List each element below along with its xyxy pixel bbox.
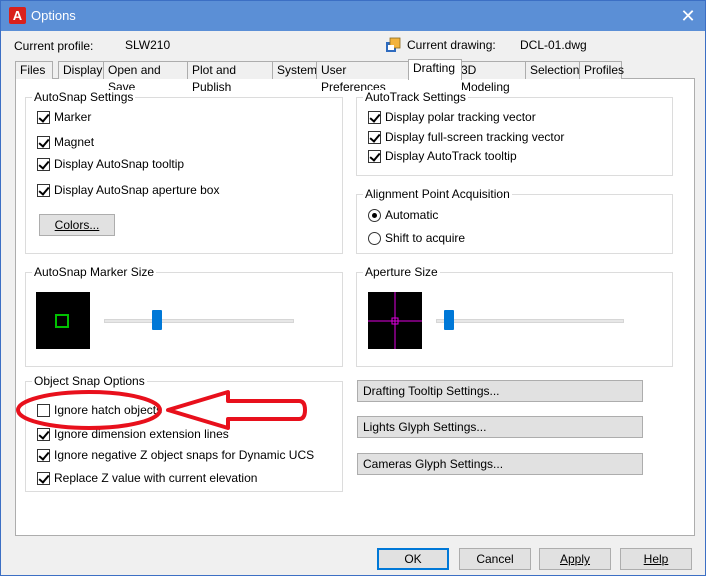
title-bar: A Options ✕: [1, 1, 705, 31]
fullscreen-tracking-checkbox[interactable]: Display full-screen tracking vector: [368, 130, 564, 144]
aperture-size-slider-thumb[interactable]: [444, 310, 455, 330]
cameras-glyph-settings-button[interactable]: Cameras Glyph Settings...: [357, 453, 643, 475]
drawing-file-icon: [385, 37, 401, 53]
checkbox-checked-icon: [37, 135, 50, 149]
ignore-negative-z-checkbox[interactable]: Ignore negative Z object snaps for Dynam…: [37, 448, 314, 462]
marker-size-slider-track[interactable]: [104, 319, 294, 323]
tab-selection[interactable]: Selection: [525, 61, 580, 79]
autosnap-tooltip-label: Display AutoSnap tooltip: [54, 157, 185, 171]
magnet-label: Magnet: [54, 135, 95, 149]
polar-tracking-label: Display polar tracking vector: [385, 110, 536, 124]
tab-profiles[interactable]: Profiles: [579, 61, 624, 79]
autotrack-tooltip-label: Display AutoTrack tooltip: [385, 149, 517, 163]
ignore-negative-z-label: Ignore negative Z object snaps for Dynam…: [54, 448, 315, 462]
tab-files[interactable]: Files: [15, 61, 53, 79]
drafting-tooltip-settings-label: Drafting Tooltip Settings...: [363, 384, 500, 398]
aperture-preview: [368, 292, 422, 349]
lights-glyph-settings-button[interactable]: Lights Glyph Settings...: [357, 416, 643, 438]
ok-button[interactable]: OK: [377, 548, 449, 570]
automatic-radio[interactable]: Automatic: [368, 208, 438, 222]
current-profile-label: Current profile:: [14, 39, 94, 53]
automatic-label: Automatic: [385, 208, 439, 222]
colors-button[interactable]: Colors...: [39, 214, 115, 236]
aperture-size-title: Aperture Size: [363, 265, 440, 279]
lights-glyph-settings-label: Lights Glyph Settings...: [363, 420, 487, 434]
red-annotation-arrow-icon: [16, 390, 307, 430]
checkbox-checked-icon: [37, 183, 50, 197]
tab-plot-and-publish[interactable]: Plot and Publish: [187, 61, 273, 94]
tab-3d-modeling[interactable]: 3D Modeling: [456, 61, 526, 94]
aperture-crosshair-icon: [368, 292, 422, 349]
checkbox-checked-icon: [37, 157, 50, 171]
autotrack-settings-title: AutoTrack Settings: [363, 90, 468, 104]
alignment-point-group: Alignment Point Acquisition: [356, 187, 673, 254]
help-button[interactable]: Help: [620, 548, 692, 570]
marker-checkbox[interactable]: Marker: [37, 110, 91, 124]
checkbox-checked-icon: [37, 448, 50, 462]
checkbox-checked-icon: [368, 110, 381, 124]
shift-to-acquire-label: Shift to acquire: [385, 231, 466, 245]
checkbox-checked-icon: [368, 149, 381, 163]
marker-size-slider-thumb[interactable]: [152, 310, 163, 330]
cameras-glyph-settings-label: Cameras Glyph Settings...: [363, 457, 504, 471]
tab-system[interactable]: System: [272, 61, 317, 79]
apply-button[interactable]: Apply: [539, 548, 611, 570]
replace-z-checkbox[interactable]: Replace Z value with current elevation: [37, 471, 257, 485]
marker-preview: [36, 292, 90, 349]
cancel-button[interactable]: Cancel: [459, 548, 531, 570]
close-button[interactable]: ✕: [671, 3, 705, 29]
autotrack-tooltip-checkbox[interactable]: Display AutoTrack tooltip: [368, 149, 517, 163]
apply-label: Apply: [559, 552, 591, 566]
colors-button-label: Colors...: [54, 218, 100, 232]
autosnap-aperture-checkbox[interactable]: Display AutoSnap aperture box: [37, 183, 219, 197]
radio-unselected-icon: [368, 231, 381, 245]
checkbox-checked-icon: [368, 130, 381, 144]
autosnap-aperture-label: Display AutoSnap aperture box: [54, 183, 220, 197]
marker-size-title: AutoSnap Marker Size: [32, 265, 157, 279]
tab-open-and-save[interactable]: Open and Save: [103, 61, 188, 94]
radio-selected-icon: [368, 208, 381, 222]
shift-to-acquire-radio[interactable]: Shift to acquire: [368, 231, 465, 245]
current-drawing-value: DCL-01.dwg: [520, 38, 587, 52]
checkbox-checked-icon: [37, 110, 50, 124]
polar-tracking-checkbox[interactable]: Display polar tracking vector: [368, 110, 536, 124]
drafting-tooltip-settings-button[interactable]: Drafting Tooltip Settings...: [357, 380, 643, 402]
magnet-checkbox[interactable]: Magnet: [37, 135, 94, 149]
replace-z-label: Replace Z value with current elevation: [54, 471, 258, 485]
tab-drafting[interactable]: Drafting: [408, 59, 462, 80]
help-label: Help: [643, 552, 669, 566]
marker-label: Marker: [54, 110, 92, 124]
autosnap-settings-title: AutoSnap Settings: [32, 90, 136, 104]
aperture-size-slider-track[interactable]: [436, 319, 624, 323]
autosnap-tooltip-checkbox[interactable]: Display AutoSnap tooltip: [37, 157, 184, 171]
marker-square-icon: [55, 314, 69, 328]
alignment-point-title: Alignment Point Acquisition: [363, 187, 512, 201]
tab-user-preferences[interactable]: User Preferences: [316, 61, 409, 94]
current-drawing-label: Current drawing:: [407, 38, 496, 52]
fullscreen-tracking-label: Display full-screen tracking vector: [385, 130, 565, 144]
current-profile-value: SLW210: [125, 38, 171, 52]
window-title: Options: [31, 8, 76, 23]
autocad-logo-icon: A: [9, 7, 26, 24]
options-dialog: A Options ✕ Current profile: SLW210 Curr…: [0, 0, 706, 576]
checkbox-checked-icon: [37, 471, 50, 485]
tab-display[interactable]: Display: [58, 61, 104, 79]
